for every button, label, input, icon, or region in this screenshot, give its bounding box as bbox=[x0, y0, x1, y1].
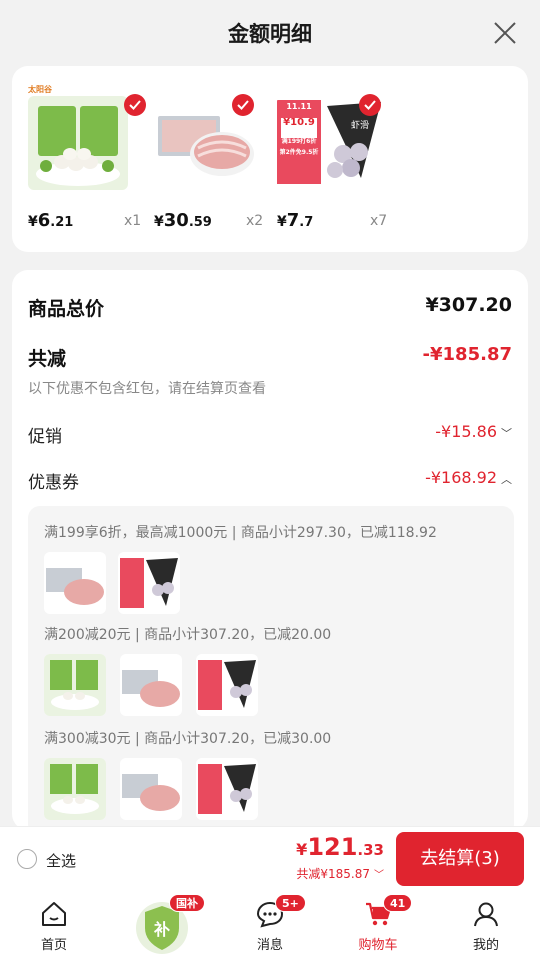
tab-home[interactable]: 首页 bbox=[9, 892, 99, 959]
tab-subsidy[interactable]: 补 国补 bbox=[117, 892, 207, 959]
product-price: ¥30.59 bbox=[154, 210, 212, 231]
messages-badge: 5+ bbox=[275, 894, 306, 912]
product-qty: x2 bbox=[246, 213, 264, 229]
promo-tag-price: ¥10.9 bbox=[283, 117, 315, 128]
reduce-value: -¥185.87 bbox=[422, 344, 512, 365]
page-title: 金额明细 bbox=[228, 22, 312, 46]
tab-messages[interactable]: 5+ 消息 bbox=[225, 892, 315, 959]
bottom-tab-bar: 首页 补 国补 5+ 消息 41 购物车 我的 bbox=[0, 892, 540, 959]
reduce-label: 共减 bbox=[28, 348, 67, 370]
coupon-value: -¥168.92 bbox=[425, 468, 497, 487]
promo-value-group[interactable]: -¥15.86 ﹀ bbox=[435, 422, 512, 441]
product-price: ¥6.21 bbox=[28, 210, 74, 231]
product-qty: x1 bbox=[124, 213, 142, 229]
coupon-product-thumb bbox=[120, 758, 182, 820]
discount-note: 以下优惠不包含红包，请在结算页查看 bbox=[28, 381, 266, 397]
coupon-product-thumb bbox=[196, 758, 258, 820]
coupon-label: 优惠券 bbox=[28, 473, 79, 493]
select-all-radio[interactable] bbox=[17, 849, 37, 869]
close-icon[interactable] bbox=[492, 20, 518, 46]
pack-label: 虾滑 bbox=[351, 121, 370, 131]
coupon-product-thumb bbox=[44, 552, 106, 614]
home-icon bbox=[42, 902, 66, 926]
selected-check-icon bbox=[359, 94, 381, 116]
header: 金额明细 bbox=[0, 0, 540, 66]
saved-amount-text: 共减¥185.87 bbox=[296, 867, 370, 881]
product-item[interactable]: 11.11 ¥10.9 满199打6折 第2件免9.5折 虾滑 bbox=[277, 94, 397, 206]
coupon-detail-box: 满199享6折，最高减1000元 | 商品小计297.30，已减118.92 满… bbox=[28, 506, 514, 836]
selected-check-icon bbox=[232, 94, 254, 116]
brand-logo: 太阳谷 bbox=[28, 85, 52, 94]
promo-value: -¥15.86 bbox=[435, 422, 497, 441]
tab-cart-label: 购物车 bbox=[358, 938, 398, 953]
coupon-title: 满199享6折，最高减1000元 | 商品小计297.30，已减118.92 bbox=[44, 525, 437, 541]
cart-badge: 41 bbox=[383, 894, 413, 912]
coupon-title: 满300减30元 | 商品小计307.20，已减30.00 bbox=[44, 731, 332, 747]
amount-detail-card: 商品总价 ¥307.20 共减 -¥185.87 以下优惠不包含红包，请在结算页… bbox=[12, 270, 528, 836]
coupon-product-thumb bbox=[44, 654, 106, 716]
reduce-row: 共减 -¥185.87 bbox=[28, 344, 512, 371]
product-price: ¥7.7 bbox=[277, 210, 314, 231]
final-total: ¥121.33 bbox=[296, 833, 384, 861]
coupon-row[interactable]: 优惠券 -¥168.92 ︿ bbox=[28, 468, 512, 493]
product-image-eggs bbox=[28, 96, 128, 190]
promo-tag-line2: 第2件免9.5折 bbox=[279, 149, 319, 156]
chevron-down-icon: ﹀ bbox=[501, 427, 512, 440]
selected-check-icon bbox=[124, 94, 146, 116]
product-qty: x7 bbox=[370, 213, 388, 229]
saved-amount[interactable]: 共减¥185.87 ﹀ bbox=[296, 865, 384, 882]
svg-text:补: 补 bbox=[153, 920, 170, 939]
promo-tag-line1: 满199打6折 bbox=[281, 138, 317, 145]
tab-cart[interactable]: 41 购物车 bbox=[333, 892, 423, 959]
product-item[interactable] bbox=[28, 94, 148, 206]
promo-label: 促销 bbox=[28, 427, 62, 447]
product-item[interactable] bbox=[154, 94, 274, 206]
user-icon bbox=[474, 902, 498, 927]
tab-profile[interactable]: 我的 bbox=[441, 892, 531, 959]
promo-row[interactable]: 促销 -¥15.86 ﹀ bbox=[28, 422, 512, 447]
checkout-bar: 全选 ¥121.33 共减¥185.87 ﹀ 去结算(3) bbox=[0, 826, 540, 892]
promo-tag-event: 11.11 bbox=[286, 102, 312, 111]
coupon-value-group[interactable]: -¥168.92 ︿ bbox=[425, 468, 512, 487]
coupon-product-thumb bbox=[196, 654, 258, 716]
tab-messages-label: 消息 bbox=[256, 938, 283, 953]
tab-home-label: 首页 bbox=[40, 938, 67, 953]
coupon-title: 满200减20元 | 商品小计307.20，已减20.00 bbox=[44, 627, 332, 643]
chevron-up-icon: ︿ bbox=[501, 473, 512, 486]
checkout-button[interactable]: 去结算(3) bbox=[396, 832, 524, 886]
product-list-card: 太阳谷 ¥6.21 x1 ¥30.59 x2 11.11 ¥10.9 满199打… bbox=[12, 66, 528, 252]
coupon-product-thumb bbox=[44, 758, 106, 820]
coupon-product-thumb bbox=[120, 654, 182, 716]
total-price-value: ¥307.20 bbox=[425, 294, 512, 316]
tab-profile-label: 我的 bbox=[472, 938, 499, 953]
select-all-label[interactable]: 全选 bbox=[46, 850, 76, 871]
coupon-product-thumb bbox=[118, 552, 180, 614]
promo-tag: 11.11 ¥10.9 满199打6折 第2件免9.5折 bbox=[279, 102, 319, 156]
total-price-label: 商品总价 bbox=[28, 298, 105, 320]
chevron-down-icon: ﹀ bbox=[374, 870, 384, 881]
total-price-row: 商品总价 ¥307.20 bbox=[28, 294, 512, 321]
subsidy-badge: 国补 bbox=[169, 894, 205, 912]
